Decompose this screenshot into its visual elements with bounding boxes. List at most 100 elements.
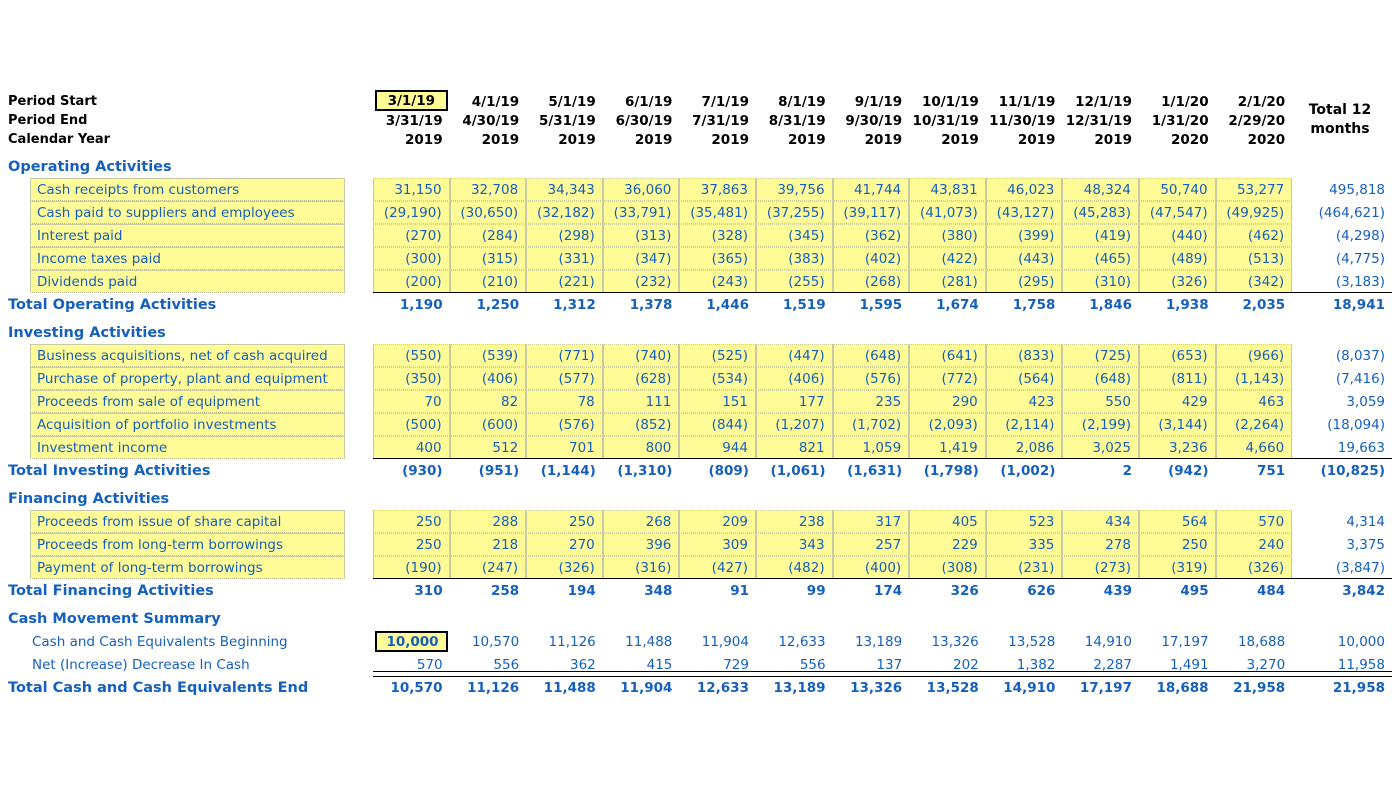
data-cell[interactable]: (462) — [1215, 224, 1293, 247]
total-data-cell[interactable]: 21,958 — [1216, 676, 1293, 699]
data-cell[interactable]: 317 — [832, 510, 910, 533]
total-cell[interactable]: 495,818 — [1288, 178, 1392, 201]
data-cell[interactable]: (576) — [832, 367, 910, 390]
data-cell[interactable]: (45,283) — [1062, 201, 1139, 224]
data-cell[interactable]: 309 — [679, 533, 756, 556]
total-cell[interactable]: (8,037) — [1288, 344, 1392, 367]
total-data-cell[interactable]: 626 — [986, 579, 1063, 602]
period-end-cell-5[interactable]: 8/31/19 — [756, 111, 833, 130]
data-cell[interactable]: (534) — [679, 367, 756, 390]
data-cell[interactable]: (319) — [1139, 556, 1216, 579]
data-cell[interactable]: (255) — [756, 270, 833, 293]
summary-cell[interactable]: 13,189 — [833, 630, 910, 653]
summary-cell[interactable]: 11,488 — [603, 630, 680, 653]
data-cell[interactable]: (32,182) — [526, 201, 603, 224]
data-cell[interactable]: (1,702) — [832, 413, 910, 436]
data-cell[interactable]: 570 — [1215, 510, 1293, 533]
total-data-cell[interactable]: (1,061) — [756, 459, 833, 482]
total-data-cell[interactable]: 1,938 — [1139, 293, 1216, 316]
data-cell[interactable]: (400) — [832, 556, 910, 579]
data-cell[interactable]: (422) — [909, 247, 986, 270]
total-data-cell[interactable]: 11,126 — [450, 676, 527, 699]
data-cell[interactable]: (232) — [602, 270, 680, 293]
data-cell[interactable]: 53,277 — [1215, 178, 1293, 201]
data-cell[interactable]: (383) — [756, 247, 833, 270]
data-cell[interactable]: (653) — [1139, 344, 1216, 367]
data-cell[interactable]: (489) — [1139, 247, 1216, 270]
period-start-cell-3[interactable]: 6/1/19 — [603, 92, 680, 111]
data-cell[interactable]: (427) — [679, 556, 756, 579]
summary-cell[interactable]: 11,904 — [679, 630, 756, 653]
period-end-cell-8[interactable]: 11/30/19 — [986, 111, 1063, 130]
data-cell[interactable]: 235 — [832, 390, 910, 413]
data-cell[interactable]: (641) — [909, 344, 986, 367]
data-cell[interactable]: (41,073) — [909, 201, 986, 224]
total-data-cell[interactable]: (930) — [373, 459, 450, 482]
data-cell[interactable]: 41,744 — [832, 178, 910, 201]
total-data-cell[interactable]: (951) — [450, 459, 527, 482]
data-cell[interactable]: (295) — [985, 270, 1063, 293]
data-cell[interactable]: 944 — [679, 436, 756, 459]
data-cell[interactable]: (577) — [526, 367, 603, 390]
data-cell[interactable]: (564) — [985, 367, 1063, 390]
data-cell[interactable]: (539) — [449, 344, 527, 367]
data-cell[interactable]: (273) — [1062, 556, 1139, 579]
data-cell[interactable]: (300) — [373, 247, 450, 270]
data-cell[interactable]: 82 — [449, 390, 527, 413]
period-start-cell-4[interactable]: 7/1/19 — [679, 92, 756, 111]
total-data-cell[interactable]: 91 — [679, 579, 756, 602]
data-cell[interactable]: (2,264) — [1215, 413, 1293, 436]
total-data-cell[interactable]: 1,595 — [833, 293, 910, 316]
total-data-cell[interactable]: 11,488 — [526, 676, 603, 699]
data-cell[interactable]: (399) — [985, 224, 1063, 247]
total-data-cell[interactable]: 310 — [373, 579, 450, 602]
period-end-cell-10[interactable]: 1/31/20 — [1139, 111, 1216, 130]
data-cell[interactable]: (347) — [602, 247, 680, 270]
data-cell[interactable]: 209 — [679, 510, 756, 533]
period-start-selected-cell[interactable]: 3/1/19 — [375, 90, 448, 111]
data-cell[interactable]: (310) — [1062, 270, 1139, 293]
data-cell[interactable]: (852) — [602, 413, 680, 436]
total-data-cell[interactable]: 1,846 — [1062, 293, 1139, 316]
total-data-cell[interactable]: 439 — [1062, 579, 1139, 602]
calendar-year-cell-9[interactable]: 2019 — [1062, 130, 1139, 149]
summary-cell[interactable]: 18,688 — [1216, 630, 1293, 653]
calendar-year-cell-2[interactable]: 2019 — [526, 130, 603, 149]
period-start-cell-5[interactable]: 8/1/19 — [756, 92, 833, 111]
data-cell[interactable]: (447) — [756, 344, 833, 367]
calendar-year-cell-0[interactable]: 2019 — [373, 130, 450, 149]
cash-beginning-selected-cell[interactable]: 10,000 — [375, 631, 448, 652]
total-data-cell[interactable]: 2,035 — [1216, 293, 1293, 316]
data-cell[interactable]: (190) — [373, 556, 450, 579]
period-start-cell-9[interactable]: 12/1/19 — [1062, 92, 1139, 111]
data-cell[interactable]: 46,023 — [985, 178, 1063, 201]
data-cell[interactable]: 48,324 — [1062, 178, 1139, 201]
period-start-cell-6[interactable]: 9/1/19 — [833, 92, 910, 111]
data-cell[interactable]: (29,190) — [373, 201, 450, 224]
summary-cell[interactable]: 11,126 — [526, 630, 603, 653]
data-cell[interactable]: (380) — [909, 224, 986, 247]
data-cell[interactable]: 36,060 — [602, 178, 680, 201]
total-data-cell[interactable]: 258 — [450, 579, 527, 602]
period-end-cell-6[interactable]: 9/30/19 — [833, 111, 910, 130]
total-data-cell[interactable]: 10,570 — [373, 676, 450, 699]
total-data-cell[interactable]: 1,758 — [986, 293, 1063, 316]
data-cell[interactable]: (308) — [909, 556, 986, 579]
total-data-cell[interactable]: 1,446 — [679, 293, 756, 316]
data-cell[interactable]: 278 — [1062, 533, 1139, 556]
summary-cell[interactable]: 13,326 — [909, 630, 986, 653]
data-cell[interactable]: 250 — [526, 510, 603, 533]
total-data-cell[interactable]: 1,378 — [603, 293, 680, 316]
data-cell[interactable]: 1,419 — [909, 436, 986, 459]
data-cell[interactable]: (740) — [602, 344, 680, 367]
data-cell[interactable]: 268 — [602, 510, 680, 533]
data-cell[interactable]: 429 — [1139, 390, 1216, 413]
data-cell[interactable]: 405 — [909, 510, 986, 533]
period-start-cell-1[interactable]: 4/1/19 — [450, 92, 527, 111]
total-data-cell[interactable]: 12,633 — [679, 676, 756, 699]
data-cell[interactable]: (419) — [1062, 224, 1139, 247]
summary-total-cell[interactable]: 10,000 — [1288, 630, 1392, 653]
data-cell[interactable]: (833) — [985, 344, 1063, 367]
data-cell[interactable]: (326) — [1215, 556, 1293, 579]
data-cell[interactable]: 250 — [373, 533, 450, 556]
